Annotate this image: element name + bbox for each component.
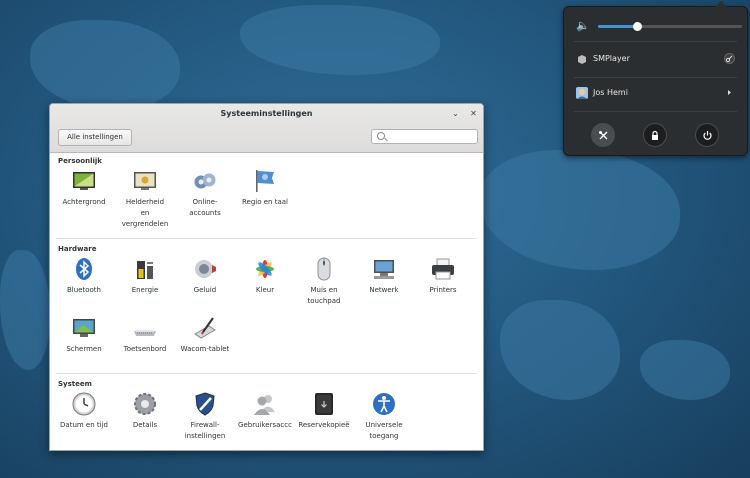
item-label: Firewall- instellingen — [184, 421, 226, 440]
sound-icon — [195, 260, 216, 278]
media-player-item[interactable]: SMPlayer — [576, 50, 735, 68]
display-icon — [73, 319, 95, 337]
search-box[interactable] — [371, 129, 478, 144]
item-label: Toetsenbord — [123, 345, 167, 353]
item-label: Energie — [131, 286, 159, 294]
item-label: Wacom-tablet — [180, 345, 230, 353]
bluetooth-icon — [76, 258, 92, 280]
section-divider — [56, 373, 477, 374]
details-gear-icon — [134, 393, 156, 415]
all-settings-button[interactable]: Alle instellingen — [58, 129, 132, 146]
item-label: Details — [132, 421, 158, 429]
power-icon — [137, 261, 153, 279]
backup-safe-icon — [315, 393, 333, 415]
item-label: Gebruikersaccc — [238, 421, 292, 429]
volume-knob[interactable] — [632, 22, 642, 31]
section-divider — [56, 238, 477, 239]
item-label: Bluetooth — [67, 286, 101, 294]
item-label: Regio en taal — [242, 198, 288, 206]
user-name: Jos Hemi — [593, 88, 628, 97]
item-label: Muis en touchpad — [307, 286, 341, 305]
color-icon — [256, 260, 274, 278]
network-icon — [374, 260, 394, 279]
settings-button[interactable] — [591, 123, 615, 147]
chevron-right-icon — [728, 90, 731, 95]
search-icon — [377, 132, 385, 140]
item-label: Schermen — [66, 345, 102, 353]
volume-row: 🔈 — [576, 19, 742, 33]
mouse-icon — [317, 257, 331, 281]
section-title-system: Systeem — [58, 380, 92, 388]
item-label: Printers — [429, 286, 457, 294]
item-label: Achtergrond — [62, 198, 106, 206]
system-status-menu: 🔈 SMPlayer Jos Hemi — [563, 1, 748, 156]
item-label: Kleur — [255, 286, 275, 294]
printer-icon — [432, 258, 454, 280]
brightness-lock-icon — [134, 172, 156, 190]
keyboard-icon — [134, 330, 156, 336]
window-title: Systeeminstellingen — [220, 109, 313, 118]
item-label: Netwerk — [369, 286, 399, 294]
header-bar: Systeeminstellingen ⌄ ✕ Alle instellinge… — [50, 104, 483, 153]
section-title-hardware: Hardware — [58, 245, 97, 253]
settings-window: Systeeminstellingen ⌄ ✕ Alle instellinge… — [49, 103, 484, 451]
item-label: Online- accounts — [189, 198, 221, 217]
search-input[interactable] — [388, 130, 473, 143]
item-label: Datum en tijd — [60, 421, 108, 429]
item-label: Helderheid en vergrendelen — [121, 198, 169, 228]
user-item[interactable]: Jos Hemi — [576, 84, 735, 102]
power-off-button[interactable] — [695, 123, 719, 147]
volume-fill — [598, 25, 637, 28]
item-label: Universele toegang — [365, 421, 403, 440]
region-language-icon — [256, 170, 274, 192]
power-icon — [702, 130, 712, 140]
media-player-label: SMPlayer — [593, 54, 630, 63]
separator — [574, 41, 737, 42]
speaker-icon: 🔈 — [576, 19, 590, 32]
smplayer-icon — [578, 55, 586, 64]
clock-icon — [72, 392, 96, 416]
background-icon — [73, 172, 95, 190]
close-button[interactable]: ✕ — [468, 108, 479, 119]
section-title-personal: Persoonlijk — [58, 157, 102, 165]
settings-key-icon[interactable] — [724, 53, 735, 64]
wacom-tablet-icon — [194, 317, 216, 339]
separator — [574, 111, 737, 112]
avatar — [576, 87, 588, 99]
accessibility-icon — [373, 393, 395, 415]
online-accounts-icon — [194, 173, 216, 189]
separator — [574, 77, 737, 78]
lock-icon — [652, 130, 658, 140]
lock-button[interactable] — [643, 123, 667, 147]
item-label: Geluid — [193, 286, 217, 294]
minimize-button[interactable]: ⌄ — [450, 108, 461, 119]
tools-icon — [598, 130, 607, 139]
firewall-shield-icon — [195, 392, 215, 416]
item-label: Reservekopieë — [298, 421, 350, 429]
volume-slider[interactable] — [598, 22, 742, 31]
users-icon — [254, 395, 275, 415]
